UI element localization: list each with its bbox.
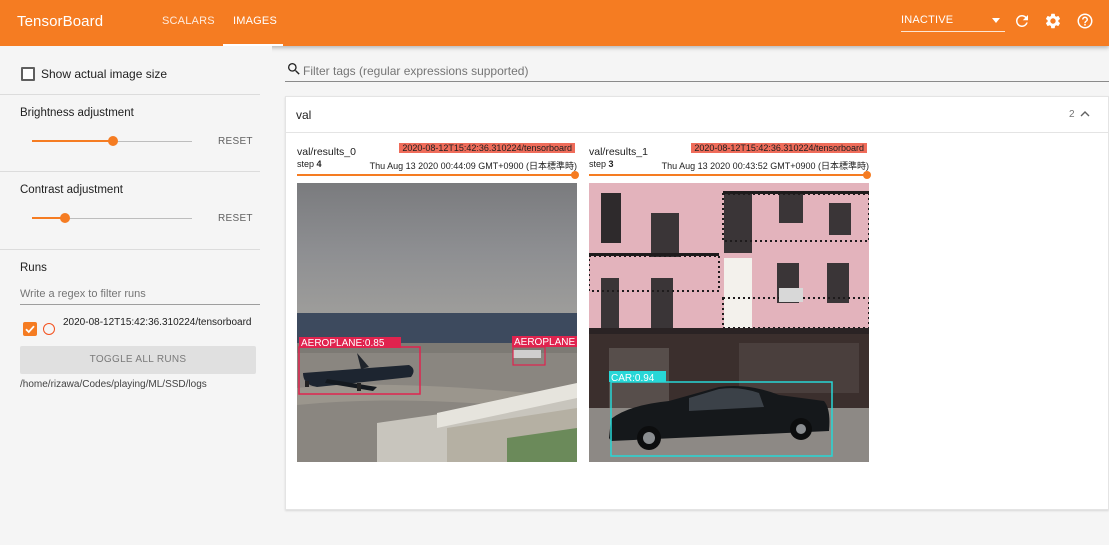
tab-images[interactable]: IMAGES [233, 15, 277, 27]
image-timestamp: Thu Aug 13 2020 00:44:09 GMT+0900 (日本標準時… [369, 161, 577, 171]
divider [0, 94, 260, 95]
show-actual-size-label: Show actual image size [41, 67, 168, 81]
step-label: step [589, 159, 607, 169]
step-slider-track[interactable] [589, 174, 869, 176]
step-slider-thumb[interactable] [571, 171, 579, 179]
contrast-title: Contrast adjustment [20, 184, 123, 196]
gear-icon[interactable] [1044, 12, 1062, 30]
detection-label: CAR:0.94 [611, 373, 655, 384]
check-icon [25, 325, 35, 334]
result-image: AEROPLANE:0.85 AEROPLANE [297, 183, 577, 462]
image-tag: val/results_1 [589, 146, 648, 158]
app-title: TensorBoard [17, 13, 104, 30]
step-slider-track[interactable] [297, 174, 577, 176]
tag-group-card: val 2 val/results_0 2020-08-12T15:42:36.… [285, 96, 1109, 510]
chevron-up-icon[interactable] [1079, 108, 1091, 120]
image-step: step 3 [589, 159, 614, 169]
status-select-value: INACTIVE [901, 14, 954, 26]
sidebar: Show actual image size Brightness adjust… [0, 46, 272, 545]
contrast-reset-button[interactable]: RESET [218, 213, 253, 224]
chevron-down-icon [992, 18, 1000, 23]
search-icon [286, 61, 302, 77]
step-value: 4 [316, 159, 322, 169]
contrast-slider-thumb[interactable] [60, 213, 70, 223]
status-select[interactable]: INACTIVE [901, 13, 1005, 32]
brightness-slider-thumb[interactable] [108, 136, 118, 146]
runs-title: Runs [20, 262, 47, 274]
image-timestamp: Thu Aug 13 2020 00:43:52 GMT+0900 (日本標準時… [661, 161, 869, 171]
tag-group-title: val [296, 108, 312, 122]
runs-filter-input[interactable]: Write a regex to filter runs [20, 286, 260, 305]
log-directory: /home/rizawa/Codes/playing/ML/SSD/logs [20, 379, 207, 390]
run-label: 2020-08-12T15:42:36.310224/tensorboard [63, 317, 252, 328]
toggle-all-runs-button[interactable]: TOGGLE ALL RUNS [20, 346, 256, 374]
image-card: val/results_0 2020-08-12T15:42:36.310224… [297, 143, 579, 467]
image-step: step 4 [297, 159, 322, 169]
help-icon[interactable] [1076, 12, 1094, 30]
step-slider-thumb[interactable] [863, 171, 871, 179]
brightness-title: Brightness adjustment [20, 107, 134, 119]
divider [0, 171, 260, 172]
detection-label: AEROPLANE [514, 337, 575, 348]
result-image: CAR:0.94 [589, 183, 869, 462]
tag-filter-input[interactable]: Filter tags (regular expressions support… [303, 64, 528, 78]
step-value: 3 [608, 159, 614, 169]
top-app-bar: TensorBoard SCALARS IMAGES INACTIVE [0, 0, 1109, 46]
tag-filter[interactable]: Filter tags (regular expressions support… [285, 58, 1109, 82]
brightness-reset-button[interactable]: RESET [218, 136, 253, 147]
street-photo: CAR:0.94 [589, 183, 869, 462]
image-card: val/results_1 2020-08-12T15:42:36.310224… [589, 143, 871, 467]
divider [0, 249, 260, 250]
show-actual-size-checkbox[interactable] [21, 67, 35, 81]
run-checkbox[interactable] [23, 322, 37, 336]
refresh-icon[interactable] [1013, 12, 1031, 30]
run-badge: 2020-08-12T15:42:36.310224/tensorboard [399, 143, 575, 153]
tab-scalars[interactable]: SCALARS [162, 15, 215, 27]
run-color-icon[interactable] [43, 323, 55, 335]
brightness-slider-fill [32, 140, 113, 142]
step-label: step [297, 159, 315, 169]
tag-group-header[interactable]: val 2 [286, 97, 1109, 133]
image-tag: val/results_0 [297, 146, 356, 158]
detection-label: AEROPLANE:0.85 [301, 338, 385, 349]
airport-photo: AEROPLANE:0.85 AEROPLANE [297, 183, 577, 462]
tag-group-count: 2 [1069, 109, 1075, 120]
run-badge: 2020-08-12T15:42:36.310224/tensorboard [691, 143, 867, 153]
